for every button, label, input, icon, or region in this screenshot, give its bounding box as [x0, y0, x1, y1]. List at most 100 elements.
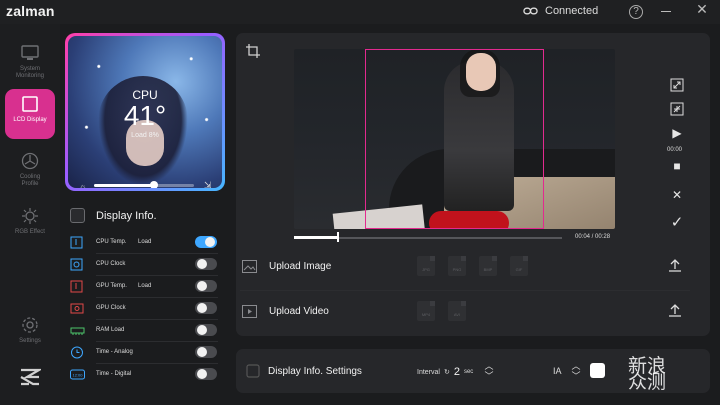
- brightness-icon: ☼: [79, 182, 87, 188]
- fan-icon: [21, 152, 39, 170]
- lcd-preview[interactable]: CPU 41° Load 8% ☼ ⇲: [65, 33, 225, 191]
- row-label: GPU Clock: [96, 305, 126, 311]
- svg-text:12:00: 12:00: [72, 372, 83, 377]
- lcd-preview-image: CPU 41° Load 8% ☼ ⇲: [68, 36, 222, 188]
- side-time: 00:00: [667, 147, 683, 153]
- nav-label: RGB Effect: [15, 229, 45, 235]
- format-avi-icon: AVI: [448, 301, 466, 321]
- toggle-cpu-clock[interactable]: [195, 258, 217, 270]
- watermark: 新浪 众测: [628, 355, 712, 396]
- row-label: RAM Load: [96, 327, 125, 333]
- row-sub: Load: [138, 283, 152, 289]
- format-mp4-icon: MP4: [417, 301, 435, 321]
- brightness-fill: [94, 184, 152, 187]
- list-item: CPU Temp. Load: [70, 232, 220, 252]
- interval-unit: sec: [463, 369, 474, 375]
- nav-system-monitoring[interactable]: System Monitoring: [5, 38, 55, 88]
- nav-settings[interactable]: Settings: [5, 310, 55, 360]
- analog-clock-icon: [71, 346, 83, 358]
- expand-icon[interactable]: [668, 76, 686, 94]
- crop-selection[interactable]: [365, 49, 544, 229]
- gpu-temp-icon: [70, 280, 83, 292]
- app-logo: zalman: [6, 3, 55, 19]
- digital-clock-icon: 12:00: [70, 369, 85, 379]
- video-progress-handle[interactable]: [336, 232, 339, 242]
- crop-icon[interactable]: [246, 44, 260, 58]
- sidebar-nav: System Monitoring LCD Display Cooling Prof…: [0, 24, 60, 405]
- format-gif-icon: GIF: [510, 256, 528, 276]
- display-info-header: Display Info.: [70, 208, 157, 223]
- text-color-swatch[interactable]: [590, 363, 605, 378]
- refresh-icon: ↻: [443, 369, 450, 376]
- format-bmp-icon: BMP: [479, 256, 497, 276]
- toggle-time-digital[interactable]: [195, 368, 217, 380]
- interval-control: Interval ↻ 2 sec: [417, 366, 473, 378]
- connection-status: Connected: [523, 5, 598, 17]
- toggle-ram-load[interactable]: [195, 324, 217, 336]
- chevron-down-icon[interactable]: ﹀: [484, 371, 494, 381]
- upload-video-icon[interactable]: [668, 303, 682, 317]
- zalman-z-logo-icon: [20, 368, 41, 386]
- nav-label: LCD Display: [13, 117, 47, 123]
- list-item: CPU Clock: [70, 254, 220, 274]
- format-jpg-icon: JPG: [417, 256, 435, 276]
- list-item: Time - Analog: [70, 342, 220, 362]
- row-sub: Load: [138, 239, 152, 245]
- shrink-icon[interactable]: [668, 100, 686, 118]
- ram-icon: [70, 327, 85, 335]
- video-progress-fill: [294, 236, 337, 239]
- toggle-gpu-temp[interactable]: [195, 280, 217, 292]
- row-label: Time - Analog: [96, 349, 133, 355]
- interval-label: Interval: [417, 368, 440, 376]
- link-icon: [523, 7, 538, 15]
- brightness-knob[interactable]: [150, 181, 158, 188]
- upload-video-row[interactable]: Upload Video MP4 AVI: [240, 292, 690, 330]
- toggle-time-analog[interactable]: [195, 346, 217, 358]
- toggle-cpu-temp[interactable]: [195, 236, 217, 248]
- help-icon[interactable]: ?: [629, 5, 643, 19]
- list-item: 12:00 Time - Digital: [70, 364, 220, 384]
- preview-sub: Load 8%: [131, 132, 159, 139]
- list-item: GPU Temp. Load: [70, 276, 220, 296]
- settings-title: Display Info. Settings: [268, 366, 362, 377]
- video-icon: [242, 304, 257, 318]
- close-icon[interactable]: ✕: [695, 2, 709, 17]
- upload-image-row[interactable]: Upload Image JPG PNG BMP GIF: [240, 247, 690, 285]
- cpu-temp-icon: [70, 236, 83, 248]
- minimize-icon[interactable]: [661, 11, 671, 12]
- row-label: GPU Temp.: [96, 283, 127, 289]
- confirm-icon[interactable]: ✓: [668, 214, 686, 232]
- nav-lcd-display[interactable]: LCD Display: [5, 89, 55, 139]
- display-info-title: Display Info.: [96, 209, 157, 222]
- row-label: Time - Digital: [96, 371, 132, 377]
- font-chevron-up-icon[interactable]: ︿: [571, 361, 581, 371]
- chevron-up-icon[interactable]: ︿: [484, 361, 494, 371]
- upload-image-label: Upload Image: [269, 260, 332, 272]
- title-bar: zalman Connected ? ✕: [0, 0, 720, 24]
- nav-label: System Monitoring: [15, 66, 44, 79]
- sun-icon: [22, 208, 38, 224]
- divider: [240, 290, 690, 291]
- upload-image-icon[interactable]: [668, 258, 682, 272]
- font-style-label: IA: [553, 366, 562, 376]
- nav-label: Cooling Profile: [19, 174, 41, 187]
- image-icon: [242, 259, 257, 273]
- connection-label: Connected: [545, 5, 599, 17]
- toggle-gpu-clock[interactable]: [195, 302, 217, 314]
- nav-rgb-effect[interactable]: RGB Effect: [5, 201, 55, 251]
- upload-video-label: Upload Video: [269, 305, 329, 317]
- monitor-icon: [21, 45, 39, 60]
- list-item: RAM Load: [70, 320, 220, 340]
- row-label: CPU Temp.: [96, 239, 127, 245]
- font-chevron-down-icon[interactable]: ﹀: [571, 371, 581, 381]
- nav-cooling-profile[interactable]: Cooling Profile: [5, 146, 55, 196]
- display-info-checkbox[interactable]: [70, 208, 85, 223]
- watermark-text: 新浪 众测: [628, 355, 667, 393]
- play-icon[interactable]: ▶: [668, 124, 686, 142]
- export-icon[interactable]: ⇲: [204, 180, 212, 188]
- cancel-icon[interactable]: ✕: [668, 186, 686, 204]
- stop-icon[interactable]: ■: [668, 157, 686, 175]
- cpu-clock-icon: [70, 258, 83, 270]
- lcd-screen-icon: [22, 96, 38, 112]
- gpu-clock-icon: [70, 303, 84, 313]
